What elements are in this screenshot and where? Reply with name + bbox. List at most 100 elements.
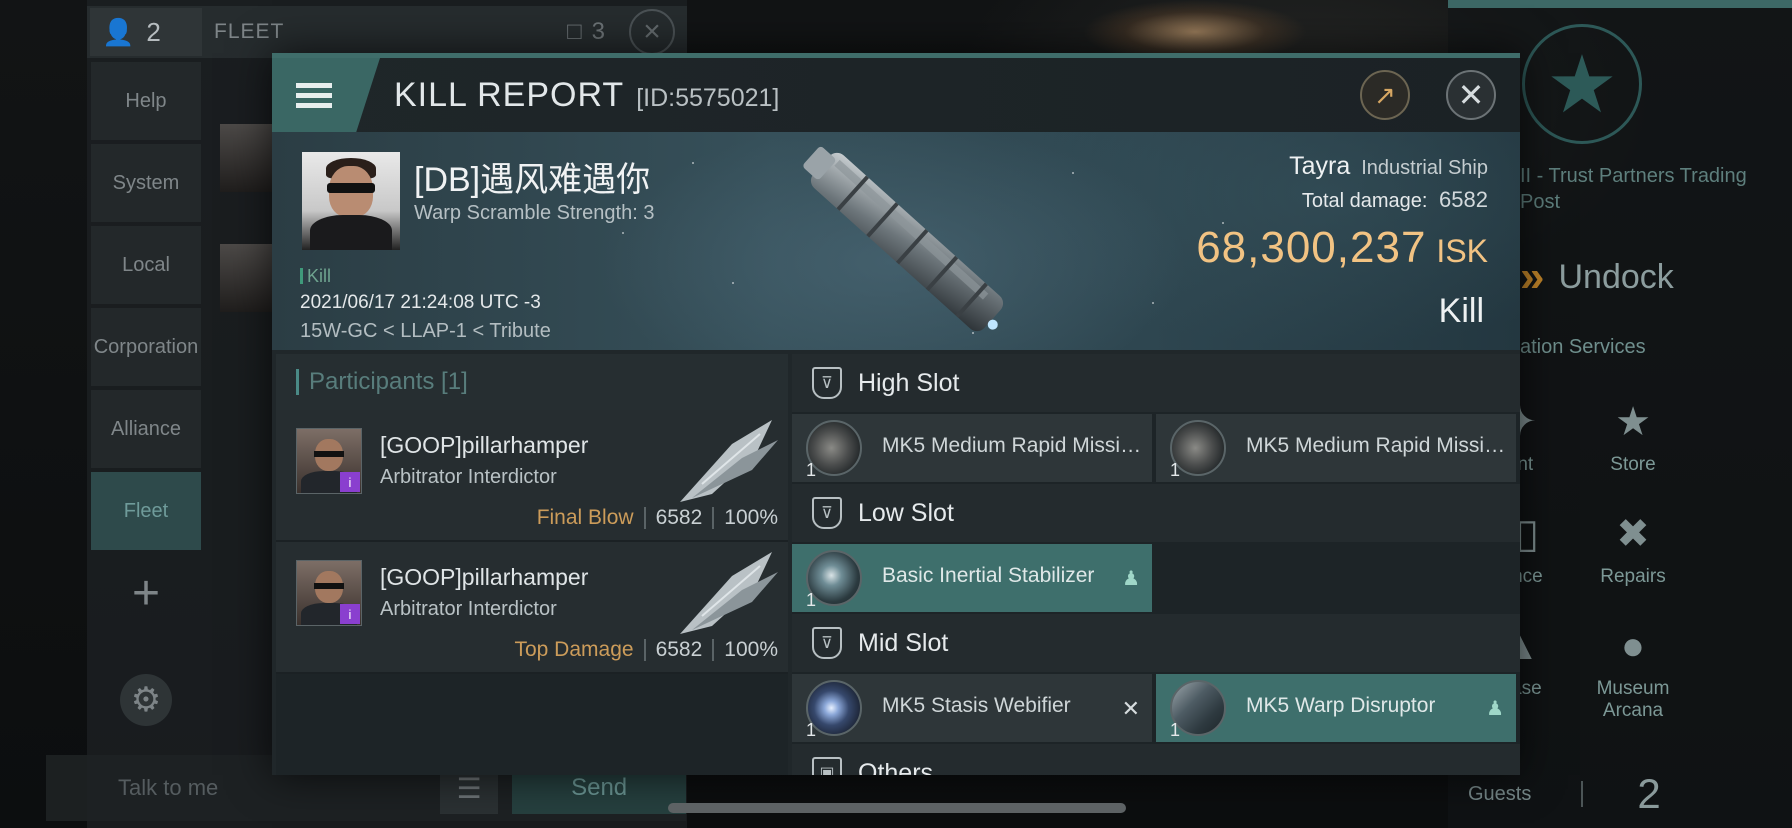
module-item[interactable]: 1 MK5 Medium Rapid Missile... (1156, 414, 1516, 482)
close-icon[interactable]: × (629, 9, 675, 55)
participant-name: [GOOP]pillarhamper (380, 432, 589, 458)
participant-row[interactable]: i [GOOP]pillarhamper Arbitrator Interdic… (276, 542, 788, 674)
result-label: Kill (1438, 292, 1484, 330)
module-qty: 1 (806, 590, 817, 610)
module-item[interactable]: 1 MK5 Medium Rapid Missile... (792, 414, 1152, 482)
menu-button[interactable] (272, 58, 380, 132)
victim-name: [DB]遇风难遇你 (414, 161, 651, 199)
fleet-member-count[interactable]: 👤 2 (90, 8, 202, 56)
undock-button[interactable]: » Undock (1520, 252, 1674, 302)
shield-icon: ⊽ (812, 627, 842, 659)
module-qty: 1 (806, 460, 817, 480)
top-damage-tag: Top Damage (514, 638, 634, 661)
others-header: ▣ Others (792, 744, 1520, 775)
rank-badge-icon: i (340, 604, 360, 624)
high-slot-header: ⊽ High Slot (792, 354, 1520, 412)
tools-icon: ✖ (1616, 512, 1650, 556)
dropped-person-icon: ♟ (1122, 568, 1140, 590)
module-name: Basic Inertial Stabilizer (882, 564, 1095, 587)
avatar (220, 244, 276, 312)
service-repairs[interactable]: ✖ Repairs (1583, 510, 1683, 588)
ship-name: Tayra (1289, 152, 1351, 180)
victim-ship-image (803, 146, 1004, 332)
low-slot-row: 1 Basic Inertial Stabilizer ♟ (792, 544, 1520, 612)
store-icon: ★ (1615, 400, 1651, 444)
report-id: [ID:5575021] (636, 83, 780, 112)
shield-icon: ⊽ (812, 497, 842, 529)
side-nav: Help System Local Corporation Alliance F… (91, 62, 201, 632)
victim-portrait[interactable] (302, 152, 400, 250)
kill-tag: Kill (300, 266, 331, 287)
museum-icon: ● (1620, 624, 1646, 668)
cube-icon: ▣ (812, 757, 842, 775)
total-damage: 6582 (1439, 187, 1488, 212)
services-label: ation Services (1520, 336, 1646, 358)
module-qty: 1 (1170, 720, 1181, 740)
message-count[interactable]: □ 3 (567, 18, 605, 46)
final-blow-tag: Final Blow (536, 506, 634, 529)
menu-icon (296, 78, 332, 113)
gear-icon[interactable]: ⚙ (120, 674, 172, 726)
kill-report-modal: KILL REPORT [ID:5575021] ↗ ✕ [DB]遇风难遇你 W… (272, 53, 1520, 775)
nav-alliance[interactable]: Alliance (91, 390, 201, 468)
mid-slot-header: ⊽ Mid Slot (792, 614, 1520, 672)
low-slot-header: ⊽ Low Slot (792, 484, 1520, 542)
participant-stats: Top Damage 6582 100% (514, 638, 778, 662)
avatar (220, 124, 276, 192)
plus-icon[interactable]: + (91, 554, 201, 632)
nav-local[interactable]: Local (91, 226, 201, 304)
mid-slot-row: 1 MK5 Stasis Webifier ✕ 1 MK5 Warp Disru… (792, 674, 1520, 742)
service-museum[interactable]: ● Museum Arcana (1583, 622, 1683, 722)
participants-panel: Participants [1] i [GOOP]pillarhamper Ar… (276, 354, 788, 775)
nav-system[interactable]: System (91, 144, 201, 222)
member-count: 2 (146, 16, 161, 47)
high-slot-row: 1 MK5 Medium Rapid Missile... 1 MK5 Medi… (792, 414, 1520, 482)
home-indicator[interactable] (668, 803, 1126, 813)
station-strip (1448, 0, 1792, 8)
kill-location: 15W-GC < LLAP-1 < Tribute (300, 320, 551, 342)
module-name: MK5 Stasis Webifier (882, 694, 1071, 717)
chat-input[interactable]: Talk to me (118, 775, 420, 801)
station-emblem-icon: ★ (1522, 24, 1642, 144)
modal-header: KILL REPORT [ID:5575021] ↗ ✕ (272, 58, 1520, 132)
warp-scramble: Warp Scramble Strength: 3 (414, 202, 655, 224)
nav-help[interactable]: Help (91, 62, 201, 140)
nav-corporation[interactable]: Corporation (91, 308, 201, 386)
ship-info: Tayra Industrial Ship Total damage: 6582… (1196, 152, 1488, 273)
module-item[interactable]: 1 MK5 Stasis Webifier ✕ (792, 674, 1152, 742)
kill-timestamp: 2021/06/17 21:24:08 UTC -3 (300, 292, 541, 313)
participant-damage: 6582 (655, 506, 703, 529)
service-store[interactable]: ★ Store (1583, 398, 1683, 476)
share-icon[interactable]: ↗ (1360, 70, 1410, 120)
module-item-dropped[interactable]: 1 Basic Inertial Stabilizer ♟ (792, 544, 1152, 612)
destroyed-x-icon: ✕ (1121, 696, 1140, 721)
module-qty: 1 (1170, 460, 1181, 480)
close-icon[interactable]: ✕ (1446, 70, 1496, 120)
participant-name: [GOOP]pillarhamper (380, 564, 589, 590)
chat-icon: □ (567, 18, 582, 45)
fleet-title: FLEET (214, 20, 285, 43)
participant-row[interactable]: i [GOOP]pillarhamper Arbitrator Interdic… (276, 410, 788, 542)
isk-value-line: 68,300,237 ISK (1196, 223, 1488, 273)
dropped-person-icon: ♟ (1486, 698, 1504, 720)
participant-damage: 6582 (655, 638, 703, 661)
participants-header: Participants [1] (276, 354, 788, 410)
participant-ship: Arbitrator Interdictor (380, 598, 557, 620)
module-item-dropped[interactable]: 1 MK5 Warp Disruptor ♟ (1156, 674, 1516, 742)
participant-stats: Final Blow 6582 100% (537, 506, 778, 530)
ship-name-line: Tayra Industrial Ship (1196, 152, 1488, 181)
ship-class: Industrial Ship (1361, 157, 1488, 179)
rank-badge-icon: i (340, 472, 360, 492)
total-damage-line: Total damage: 6582 (1301, 187, 1488, 212)
station-name: II - Trust Partners Trading Post (1520, 165, 1747, 213)
divider (1581, 781, 1584, 807)
participant-ship-image (680, 552, 778, 634)
participant-percent: 100% (724, 638, 778, 661)
module-qty: 1 (806, 720, 817, 740)
module-name: MK5 Medium Rapid Missile... (882, 434, 1144, 457)
chevron-right-icon: » (1520, 252, 1545, 301)
module-name: MK5 Warp Disruptor (1246, 694, 1436, 717)
nav-fleet[interactable]: Fleet (91, 472, 201, 550)
guests-counter[interactable]: Guests 2 (1468, 770, 1788, 818)
participant-ship-image (680, 420, 778, 502)
